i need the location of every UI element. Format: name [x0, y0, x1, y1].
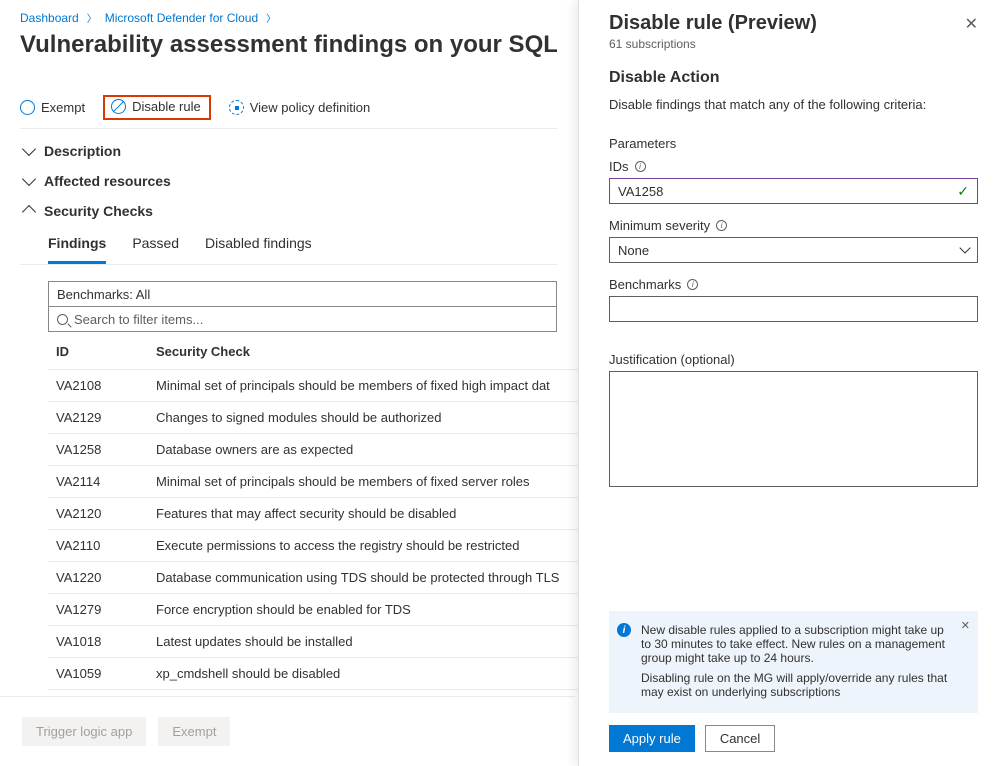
tab-findings[interactable]: Findings: [48, 235, 106, 264]
disable-action-description: Disable findings that match any of the f…: [609, 97, 978, 112]
cell-security-check: Minimal set of principals should be memb…: [148, 466, 585, 498]
cell-security-check: Database owners are as expected: [148, 434, 585, 466]
breadcrumb-item-dashboard[interactable]: Dashboard: [20, 11, 79, 25]
table-row[interactable]: VA1258Database owners are as expected: [48, 434, 585, 466]
chevron-right-icon: 〉: [87, 10, 97, 25]
chevron-down-icon: [959, 242, 970, 253]
breadcrumb: Dashboard 〉 Microsoft Defender for Cloud…: [20, 10, 557, 25]
policy-icon: [229, 100, 244, 115]
disable-icon: [111, 99, 126, 114]
cell-id: VA2110: [48, 530, 148, 562]
breadcrumb-item-defender[interactable]: Microsoft Defender for Cloud: [105, 11, 258, 25]
tab-disabled-findings[interactable]: Disabled findings: [205, 235, 312, 264]
column-id[interactable]: ID: [48, 332, 148, 370]
cell-security-check: xp_cmdshell should be disabled: [148, 658, 585, 690]
cell-security-check: Execute permissions to access the regist…: [148, 530, 585, 562]
info-icon[interactable]: i: [687, 279, 698, 290]
table-row[interactable]: VA2129Changes to signed modules should b…: [48, 402, 585, 434]
banner-text-1: New disable rules applied to a subscript…: [641, 623, 950, 665]
cancel-button[interactable]: Cancel: [705, 725, 775, 752]
table-row[interactable]: VA1018Latest updates should be installed: [48, 626, 585, 658]
findings-table: ID Security Check VA2108Minimal set of p…: [48, 332, 585, 690]
benchmarks-filter[interactable]: Benchmarks: All: [48, 281, 557, 307]
cell-security-check: Changes to signed modules should be auth…: [148, 402, 585, 434]
exempt-bottom-button[interactable]: Exempt: [158, 717, 230, 746]
info-icon: i: [617, 623, 631, 637]
close-icon[interactable]: ✕: [961, 619, 970, 632]
cell-id: VA1018: [48, 626, 148, 658]
cell-id: VA2114: [48, 466, 148, 498]
view-policy-button[interactable]: View policy definition: [229, 100, 370, 115]
cell-id: VA1258: [48, 434, 148, 466]
table-row[interactable]: VA2108Minimal set of principals should b…: [48, 370, 585, 402]
section-description[interactable]: Description: [20, 129, 557, 159]
section-affected-resources[interactable]: Affected resources: [20, 159, 557, 189]
search-input[interactable]: Search to filter items...: [48, 306, 557, 332]
cell-id: VA1279: [48, 594, 148, 626]
ids-input[interactable]: VA1258 ✓: [609, 178, 978, 204]
info-banner: i ✕ New disable rules applied to a subsc…: [609, 611, 978, 713]
banner-text-2: Disabling rule on the MG will apply/over…: [641, 671, 950, 699]
benchmarks-label: Benchmarksi: [609, 277, 978, 292]
minimum-severity-label: Minimum severityi: [609, 218, 978, 233]
table-row[interactable]: VA1059xp_cmdshell should be disabled: [48, 658, 585, 690]
page-title: Vulnerability assessment findings on you…: [20, 31, 557, 59]
panel-title: Disable rule (Preview): [609, 12, 817, 35]
apply-rule-button[interactable]: Apply rule: [609, 725, 695, 752]
cell-security-check: Features that may affect security should…: [148, 498, 585, 530]
bottom-toolbar: Trigger logic app Exempt: [0, 696, 575, 766]
trigger-logic-app-button[interactable]: Trigger logic app: [22, 717, 146, 746]
ids-label: IDsi: [609, 159, 978, 174]
cell-id: VA1059: [48, 658, 148, 690]
column-security-check[interactable]: Security Check: [148, 332, 585, 370]
exempt-button[interactable]: Exempt: [20, 100, 85, 115]
section-security-checks[interactable]: Security Checks: [20, 189, 557, 219]
cell-id: VA2129: [48, 402, 148, 434]
chevron-down-icon: [22, 142, 36, 156]
close-icon[interactable]: ✕: [965, 12, 978, 34]
table-row[interactable]: VA2114Minimal set of principals should b…: [48, 466, 585, 498]
cell-security-check: Latest updates should be installed: [148, 626, 585, 658]
cell-security-check: Minimal set of principals should be memb…: [148, 370, 585, 402]
disable-action-heading: Disable Action: [609, 69, 978, 87]
cell-security-check: Force encryption should be enabled for T…: [148, 594, 585, 626]
chevron-right-icon: 〉: [266, 10, 276, 25]
disable-rule-button[interactable]: Disable rule: [103, 95, 211, 120]
tab-passed[interactable]: Passed: [132, 235, 179, 264]
cell-id: VA2108: [48, 370, 148, 402]
parameters-heading: Parameters: [609, 136, 978, 151]
exempt-icon: [20, 100, 35, 115]
table-row[interactable]: VA2120Features that may affect security …: [48, 498, 585, 530]
info-icon[interactable]: i: [716, 220, 727, 231]
justification-label: Justification (optional): [609, 352, 978, 367]
tabs: Findings Passed Disabled findings: [20, 219, 557, 265]
toolbar: Exempt Disable rule View policy definiti…: [20, 89, 557, 129]
chevron-up-icon: [22, 205, 36, 219]
info-icon[interactable]: i: [635, 161, 646, 172]
cell-id: VA1220: [48, 562, 148, 594]
checkmark-icon: ✓: [957, 183, 969, 200]
table-row[interactable]: VA1279Force encryption should be enabled…: [48, 594, 585, 626]
panel-subtitle: 61 subscriptions: [609, 37, 817, 51]
table-row[interactable]: VA2110Execute permissions to access the …: [48, 530, 585, 562]
justification-textarea[interactable]: [609, 371, 978, 487]
benchmarks-input[interactable]: [609, 296, 978, 322]
minimum-severity-select[interactable]: None: [609, 237, 978, 263]
search-icon: [57, 314, 68, 325]
disable-rule-panel: Disable rule (Preview) 61 subscriptions …: [578, 0, 1008, 766]
cell-security-check: Database communication using TDS should …: [148, 562, 585, 594]
cell-id: VA2120: [48, 498, 148, 530]
table-row[interactable]: VA1220Database communication using TDS s…: [48, 562, 585, 594]
chevron-down-icon: [22, 172, 36, 186]
